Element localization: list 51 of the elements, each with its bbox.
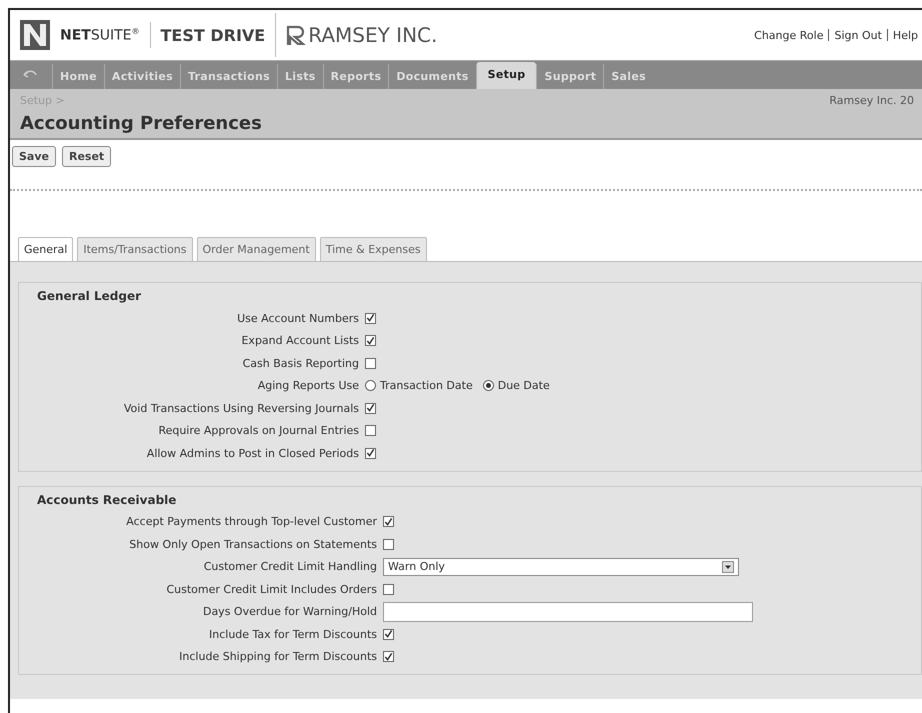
field-label: Aging Reports Use [256,379,360,392]
header-link[interactable]: Help [892,28,918,42]
checkbox[interactable] [365,358,376,369]
form-tab[interactable]: Time & Expenses [320,237,427,261]
dropdown-field[interactable]: Warn Only [383,558,739,576]
field-label: Include Tax for Term Discounts [208,628,378,641]
action-button[interactable]: Save [12,146,56,167]
field-label: Show Only Open Transactions on Statements [128,538,378,551]
form-tab[interactable]: General [18,237,74,261]
field-label: Require Approvals on Journal Entries [157,424,360,438]
nav-tab[interactable]: Setup [476,62,536,89]
product-name: TEST DRIVE [160,26,266,44]
caret-icon [722,560,734,573]
field-label: Days Overdue for Warning/Hold [202,605,378,618]
field-label: Customer Credit Limit Handling [202,560,378,574]
checkbox[interactable] [383,538,394,550]
checkbox[interactable] [383,516,394,528]
checkbox[interactable] [383,584,394,595]
radio-button[interactable] [482,380,494,392]
field-label: Cash Basis Reporting [242,356,360,370]
form-tab[interactable]: Order Management [196,237,316,261]
field-label: Void Transactions Using Reversing Journals [122,402,360,415]
field-label: Include Shipping for Term Discounts [178,650,378,664]
radio-button[interactable] [365,380,376,392]
brand-name: NETSUITE$^{®}$ [60,26,140,44]
header-link[interactable]: Change Role [754,28,824,42]
checkbox[interactable] [383,651,394,662]
checkbox[interactable] [365,335,376,346]
radio-label: Transaction Date [380,379,473,392]
field-label: Use Account Numbers [236,312,360,325]
field-label: Expand Account Lists [240,334,360,348]
company-name: RAMSEY INC. [308,23,438,47]
field-label: Allow Admins to Post in Closed Periods [146,446,360,460]
section-title: Accounts Receivable [36,492,178,508]
checkbox[interactable] [365,448,376,459]
radio-label: Due Date [498,379,550,392]
company-logo-icon [286,25,306,45]
checkbox[interactable] [365,312,376,324]
header-link[interactable]: Sign Out [834,28,882,42]
field-label: Customer Credit Limit Includes Orders [165,582,378,596]
field-label: Accept Payments through Top-level Customer [125,515,378,528]
checkbox[interactable] [383,628,394,640]
section-title: General Ledger [36,288,142,305]
form-tab[interactable]: Items/Transactions [77,237,192,261]
action-button[interactable]: Reset [62,146,112,167]
checkbox[interactable] [365,425,376,436]
checkbox[interactable] [365,402,376,414]
account-name: Ramsey Inc. 20 [829,94,914,106]
logo-icon [20,20,50,50]
page-title: Accounting Preferences [20,112,263,134]
input-field[interactable] [383,602,753,622]
